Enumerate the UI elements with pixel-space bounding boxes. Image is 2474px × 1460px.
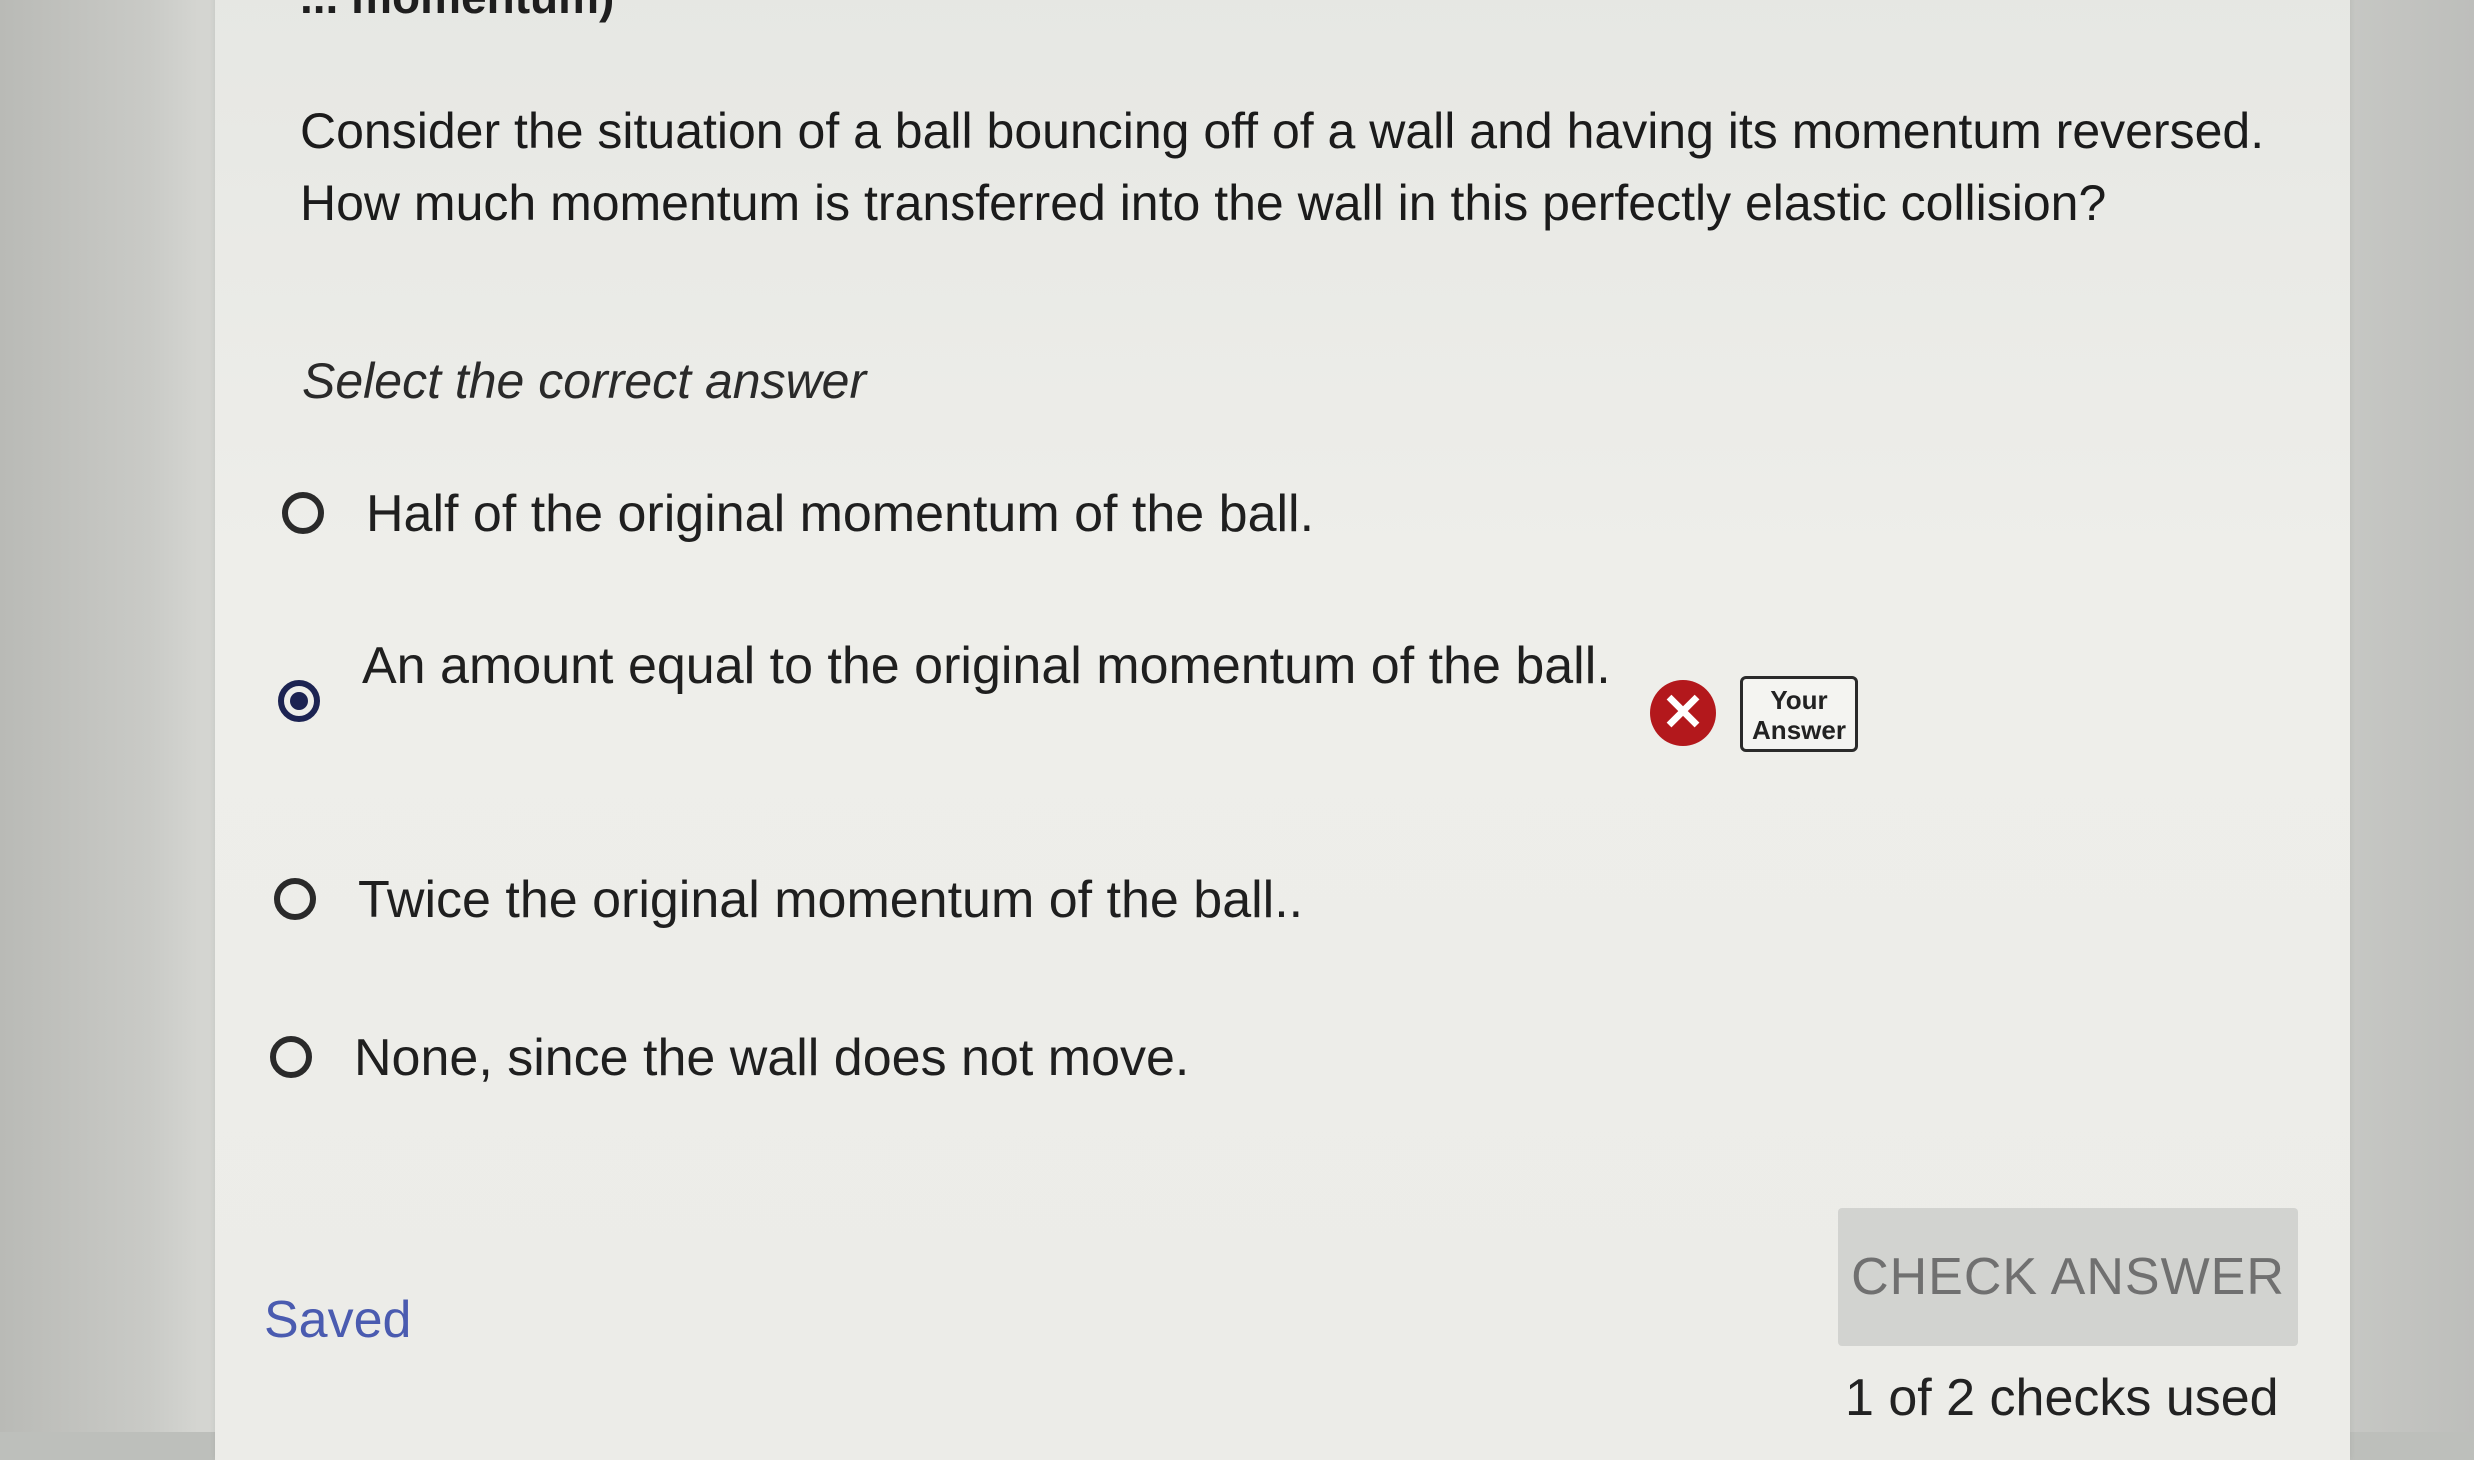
badge-line: Answer	[1752, 715, 1846, 745]
badge-line: Your	[1770, 685, 1828, 715]
answer-prompt: Select the correct answer	[302, 353, 867, 409]
answer-option-4[interactable]: None, since the wall does not move.	[270, 1022, 1189, 1094]
question-text: Consider the situation of a ball bouncin…	[300, 103, 2265, 231]
option-label: An amount equal to the original momentum…	[362, 637, 1611, 695]
close-icon: ✕	[1650, 680, 1716, 746]
section-title: ... momentum)	[300, 0, 614, 24]
saved-status: Saved	[264, 1291, 412, 1349]
option-label: Twice the original momentum of the ball.…	[358, 871, 1304, 929]
checks-used-counter: 1 of 2 checks used	[1845, 1369, 2279, 1427]
answer-option-1[interactable]: Half of the original momentum of the bal…	[282, 478, 1314, 550]
radio-button[interactable]	[282, 492, 324, 534]
radio-button[interactable]	[270, 1036, 312, 1078]
answer-option-3[interactable]: Twice the original momentum of the ball.…	[274, 864, 1303, 936]
option-label: None, since the wall does not move.	[354, 1029, 1190, 1087]
option-label: Half of the original momentum of the bal…	[366, 485, 1315, 543]
check-answer-button[interactable]: CHECK ANSWER	[1838, 1208, 2298, 1346]
answer-option-2[interactable]: An amount equal to the original momentum…	[278, 630, 1622, 722]
your-answer-badge: Your Answer	[1740, 676, 1858, 752]
radio-button-selected[interactable]	[278, 680, 320, 722]
radio-button[interactable]	[274, 878, 316, 920]
